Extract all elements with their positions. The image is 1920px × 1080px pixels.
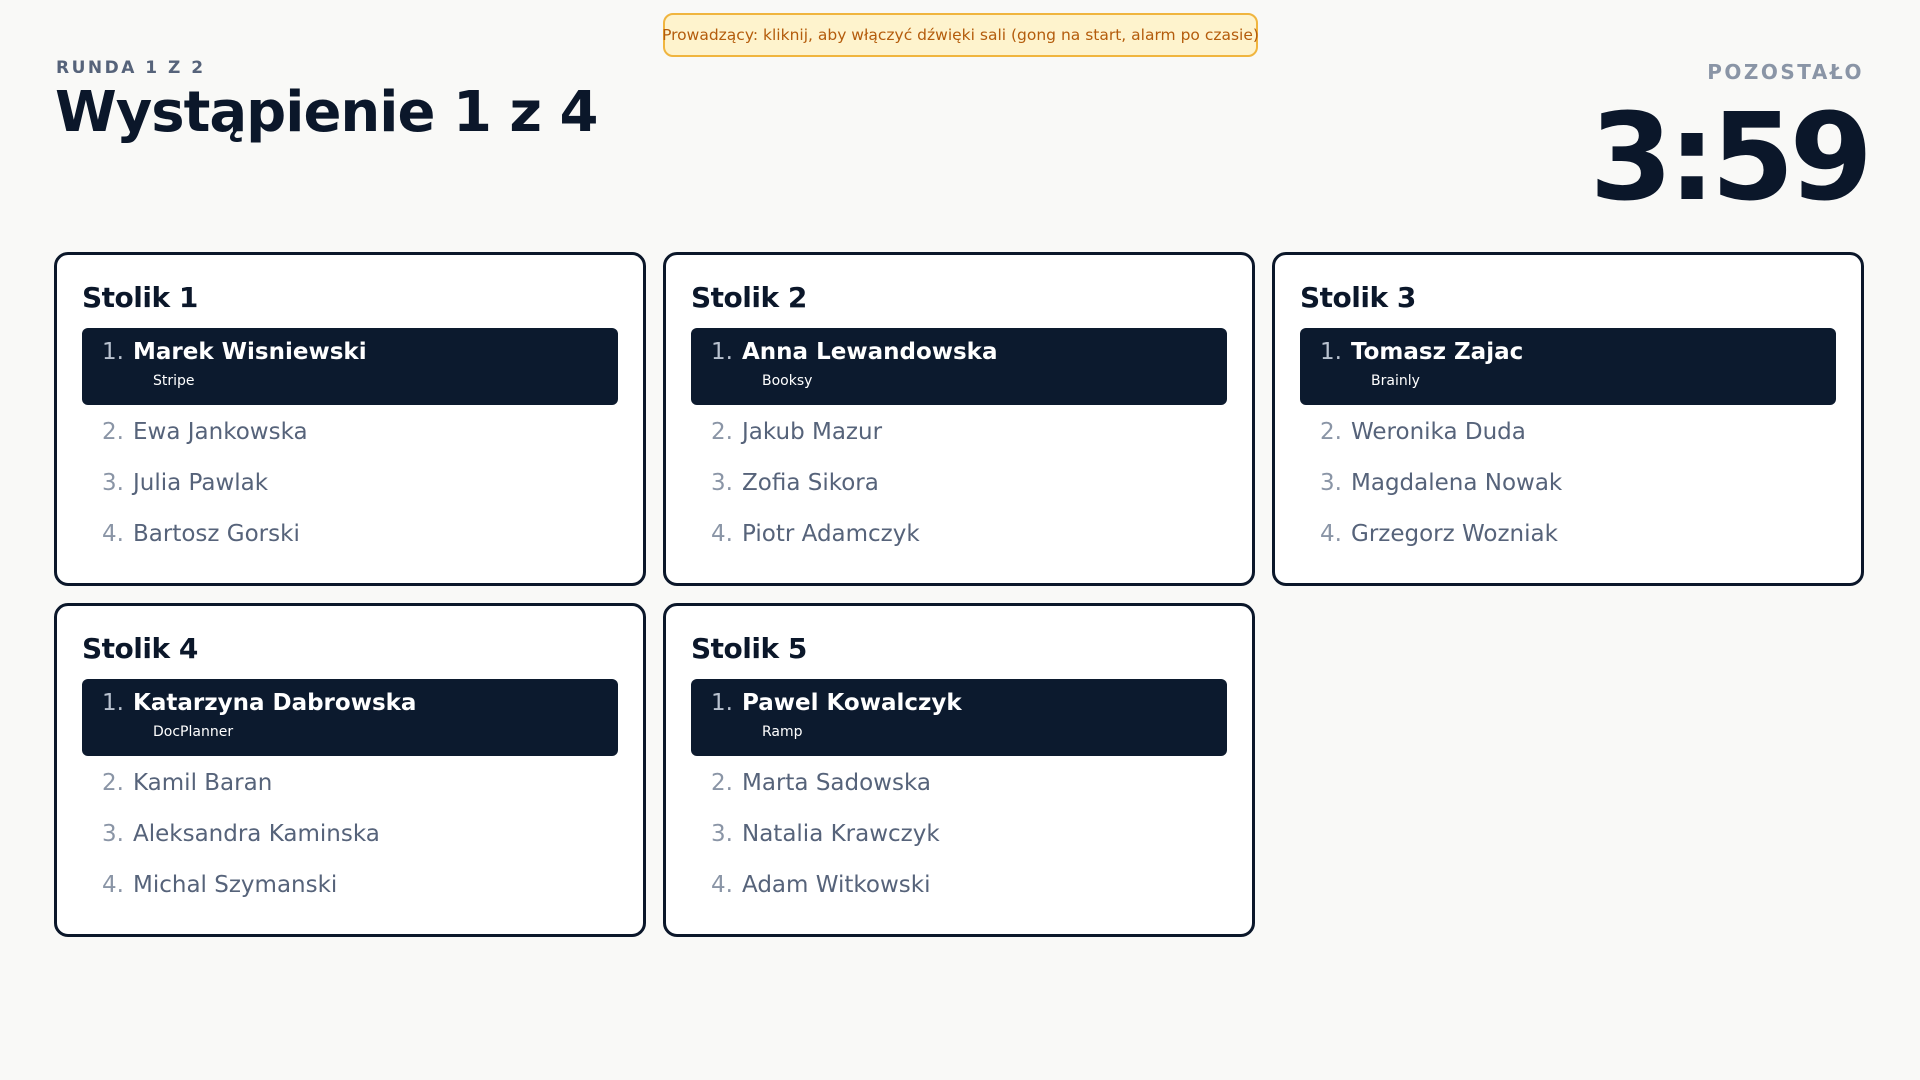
speaker-name: Natalia Krawczyk xyxy=(742,821,940,847)
list-item: 2. Jakub Mazur xyxy=(691,405,1227,456)
speaker-name: Bartosz Gorski xyxy=(133,521,300,547)
speaker-number: 3. xyxy=(1320,470,1342,496)
speaker-company: Brainly xyxy=(1371,373,1420,389)
speaker-number: 3. xyxy=(711,470,733,496)
speaker-company: Ramp xyxy=(762,724,803,740)
speaker-number: 1. xyxy=(102,690,124,716)
speaker-name: Adam Witkowski xyxy=(742,872,931,898)
speaker-name: Julia Pawlak xyxy=(133,470,269,496)
list-item: 4. Piotr Adamczyk xyxy=(691,507,1227,558)
speaker-number: 2. xyxy=(1320,419,1342,445)
list-item: 3. Natalia Krawczyk xyxy=(691,807,1227,858)
current-speaker: 1. Pawel Kowalczyk Ramp xyxy=(691,679,1227,756)
speaker-name: Pawel Kowalczyk xyxy=(742,690,962,716)
speaker-name: Tomasz Zajac xyxy=(1351,339,1524,365)
speaker-number: 2. xyxy=(102,770,124,796)
table-title: Stolik 5 xyxy=(691,632,807,665)
current-speaker: 1. Katarzyna Dabrowska DocPlanner xyxy=(82,679,618,756)
list-item: 4. Michal Szymanski xyxy=(82,858,618,909)
timer-label: POZOSTAŁO xyxy=(1707,60,1864,84)
speaker-name: Ewa Jankowska xyxy=(133,419,308,445)
table-card: Stolik 2 1. Anna Lewandowska Booksy 2. Ja… xyxy=(663,252,1255,586)
speaker-name: Anna Lewandowska xyxy=(742,339,998,365)
speaker-name: Magdalena Nowak xyxy=(1351,470,1563,496)
speaker-name: Marta Sadowska xyxy=(742,770,931,796)
current-speaker: 1. Marek Wisniewski Stripe xyxy=(82,328,618,405)
list-item: 3. Aleksandra Kaminska xyxy=(82,807,618,858)
speaker-name: Weronika Duda xyxy=(1351,419,1526,445)
speaker-number: 1. xyxy=(102,339,124,365)
speaker-name: Kamil Baran xyxy=(133,770,273,796)
table-title: Stolik 1 xyxy=(82,281,198,314)
speaker-number: 2. xyxy=(711,419,733,445)
current-speaker: 1. Anna Lewandowska Booksy xyxy=(691,328,1227,405)
table-card: Stolik 4 1. Katarzyna Dabrowska DocPlann… xyxy=(54,603,646,937)
speaker-number: 1. xyxy=(711,339,733,365)
list-item: 2. Ewa Jankowska xyxy=(82,405,618,456)
speaker-company: Stripe xyxy=(153,373,195,389)
speaker-number: 1. xyxy=(1320,339,1342,365)
speaker-number: 2. xyxy=(102,419,124,445)
list-item: 3. Magdalena Nowak xyxy=(1300,456,1836,507)
list-item: 3. Zofia Sikora xyxy=(691,456,1227,507)
list-item: 3. Julia Pawlak xyxy=(82,456,618,507)
tables-grid: Stolik 1 1. Marek Wisniewski Stripe 2. Ew… xyxy=(54,252,1866,937)
table-title: Stolik 2 xyxy=(691,281,807,314)
speaker-number: 3. xyxy=(102,821,124,847)
speaker-number: 4. xyxy=(102,521,124,547)
list-item: 4. Grzegorz Wozniak xyxy=(1300,507,1836,558)
speaker-name: Grzegorz Wozniak xyxy=(1351,521,1558,547)
list-item: 2. Kamil Baran xyxy=(82,756,618,807)
page-title: Wystąpienie 1 z 4 xyxy=(55,80,598,145)
speaker-name: Katarzyna Dabrowska xyxy=(133,690,417,716)
list-item: 2. Marta Sadowska xyxy=(691,756,1227,807)
list-item: 2. Weronika Duda xyxy=(1300,405,1836,456)
speaker-number: 4. xyxy=(102,872,124,898)
speaker-number: 2. xyxy=(711,770,733,796)
speaker-number: 4. xyxy=(711,872,733,898)
speaker-name: Jakub Mazur xyxy=(742,419,883,445)
table-card: Stolik 1 1. Marek Wisniewski Stripe 2. Ew… xyxy=(54,252,646,586)
enable-sounds-banner[interactable]: Prowadzący: kliknij, aby włączyć dźwięki… xyxy=(662,13,1259,57)
list-item: 4. Bartosz Gorski xyxy=(82,507,618,558)
table-title: Stolik 3 xyxy=(1300,281,1416,314)
speaker-name: Marek Wisniewski xyxy=(133,339,367,365)
speaker-number: 4. xyxy=(1320,521,1342,547)
speaker-number: 1. xyxy=(711,690,733,716)
speaker-company: Booksy xyxy=(762,373,813,389)
speaker-number: 3. xyxy=(102,470,124,496)
round-indicator: RUNDA 1 Z 2 xyxy=(56,58,206,78)
current-speaker: 1. Tomasz Zajac Brainly xyxy=(1300,328,1836,405)
speaker-number: 3. xyxy=(711,821,733,847)
speaker-name: Michal Szymanski xyxy=(133,872,338,898)
table-card: Stolik 5 1. Pawel Kowalczyk Ramp 2. Marta… xyxy=(663,603,1255,937)
speaker-name: Piotr Adamczyk xyxy=(742,521,920,547)
table-title: Stolik 4 xyxy=(82,632,198,665)
list-item: 4. Adam Witkowski xyxy=(691,858,1227,909)
countdown-timer: 3:59 xyxy=(1589,89,1873,228)
speaker-name: Aleksandra Kaminska xyxy=(133,821,380,847)
speaker-name: Zofia Sikora xyxy=(742,470,879,496)
speaker-company: DocPlanner xyxy=(153,724,234,740)
table-card: Stolik 3 1. Tomasz Zajac Brainly 2. Weron… xyxy=(1272,252,1864,586)
speaker-number: 4. xyxy=(711,521,733,547)
